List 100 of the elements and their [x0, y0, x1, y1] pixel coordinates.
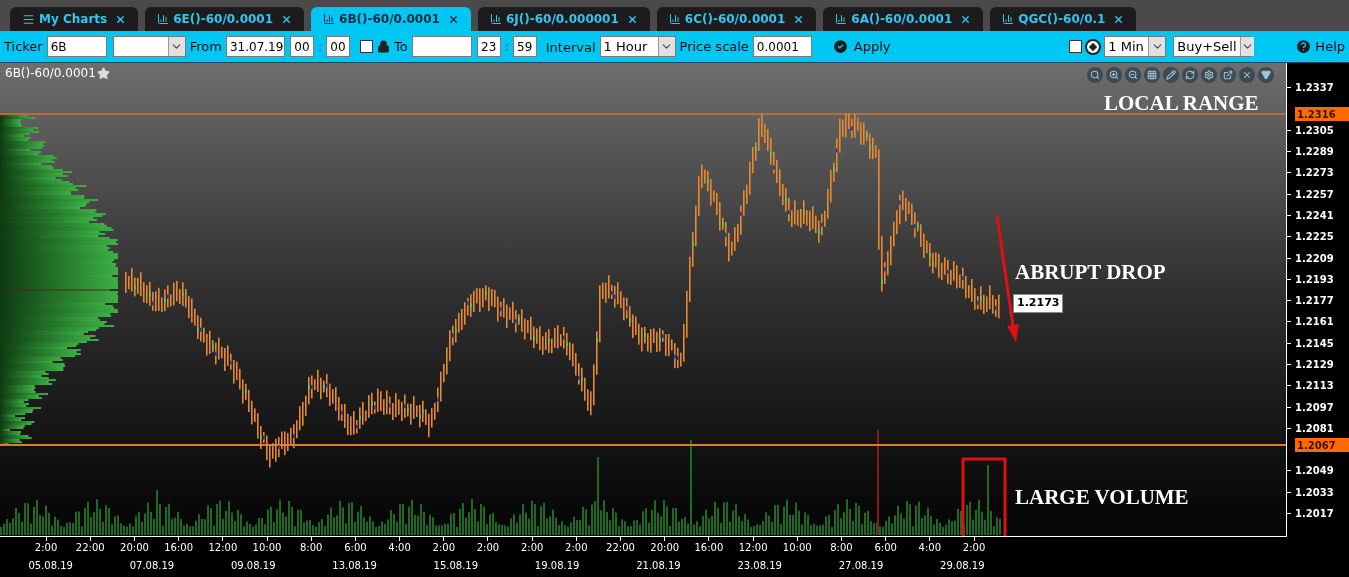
ticker-field[interactable]: 6B — [46, 36, 107, 57]
close-icon[interactable] — [960, 13, 972, 25]
axis-label: 1.2337 — [1295, 81, 1334, 96]
last-price-label: 1.2173 — [1013, 294, 1064, 313]
axis-label: 12:00 — [738, 541, 768, 555]
star-icon[interactable] — [96, 66, 110, 80]
check-circle-icon — [831, 38, 849, 55]
axis-label: 22:00 — [606, 541, 635, 555]
axis-label: 07.08.19 — [129, 559, 175, 573]
auto-scale-icon[interactable] — [1085, 38, 1102, 55]
axis-label: 15.08.19 — [433, 559, 479, 573]
axis-label: 2:00 — [34, 541, 58, 555]
time-separator: : — [504, 38, 509, 56]
axis-label: 2:00 — [565, 541, 588, 555]
field-label: To — [394, 37, 408, 56]
close-icon[interactable] — [793, 13, 805, 25]
zoom-in-icon[interactable] — [1106, 67, 1122, 83]
axis-label: 27.08.19 — [838, 559, 884, 573]
axis-label: 16:00 — [164, 541, 194, 555]
axis-label: 1.2161 — [1295, 315, 1334, 330]
bar-chart-icon — [157, 13, 170, 25]
axis-label: 1.2017 — [1295, 507, 1334, 522]
tab[interactable]: 6E()-60/0.0001 — [145, 7, 305, 31]
axis-label: 8:00 — [300, 541, 323, 555]
close-icon[interactable] — [626, 13, 638, 25]
price-scale-field[interactable]: 0.0001 — [752, 36, 812, 57]
to-hour-field[interactable]: 23 — [476, 36, 501, 57]
side-select[interactable]: Buy+Sell — [1173, 36, 1252, 57]
price-marker: 1.2067 — [1295, 438, 1349, 452]
timeframe-select[interactable]: 1 Min — [1104, 36, 1167, 57]
to-minute-field[interactable]: 59 — [512, 36, 537, 57]
axis-label: 19.08.19 — [534, 559, 580, 573]
to-date-field[interactable] — [411, 36, 472, 57]
axis-label: 1.2305 — [1295, 123, 1334, 138]
tab[interactable]: 6C()-60/0.0001 — [656, 7, 817, 31]
axis-label: 09.08.19 — [230, 559, 276, 573]
axis-label: 05.08.19 — [28, 559, 73, 573]
pencil-icon[interactable] — [1163, 67, 1179, 83]
checkbox[interactable] — [1069, 40, 1083, 53]
axis-label: 2:00 — [476, 541, 500, 555]
axis-label: 1.2129 — [1295, 358, 1334, 372]
bar-chart-icon — [489, 13, 502, 25]
bar-chart-icon — [1002, 13, 1015, 25]
bar-chart-icon — [835, 13, 848, 25]
interval-select[interactable]: 1 Hour — [599, 36, 676, 57]
triangle-down-icon[interactable] — [1258, 67, 1274, 83]
axis-label: 16:00 — [694, 541, 724, 555]
ticker-select[interactable] — [112, 36, 186, 57]
tab[interactable]: 6B()-60/0.0001 — [311, 7, 471, 31]
search-icon[interactable] — [1087, 67, 1103, 83]
close-icon[interactable] — [1239, 67, 1255, 83]
close-icon[interactable] — [115, 13, 127, 25]
grid-icon[interactable] — [1144, 67, 1160, 83]
axis-label: 1.2273 — [1295, 166, 1334, 181]
axis-label: 21.08.19 — [636, 559, 681, 573]
zoom-out-icon[interactable] — [1125, 67, 1141, 83]
field-label: Ticker — [4, 37, 43, 56]
axis-label: 2:00 — [520, 541, 544, 555]
axis-label: 29.08.19 — [940, 559, 985, 573]
axis-label: 1.2289 — [1295, 145, 1334, 160]
close-icon[interactable] — [447, 13, 459, 25]
settings-icon[interactable] — [1201, 67, 1217, 83]
axis-label: 22:00 — [75, 541, 105, 555]
tab[interactable]: My Charts — [10, 7, 139, 31]
annotation-text: ABRUPT DROP — [1015, 259, 1166, 286]
axis-label: 10:00 — [782, 541, 812, 555]
price-marker: 1.2316 — [1295, 107, 1349, 121]
help-button[interactable]: Help — [1295, 36, 1345, 57]
tab[interactable]: 6A()-60/0.0001 — [823, 7, 984, 31]
from-date-field[interactable]: 31.07.19 — [225, 36, 285, 57]
axis-label: 6:00 — [344, 541, 367, 555]
axis-label: 2:00 — [962, 541, 986, 555]
axis-label: 20:00 — [650, 541, 680, 555]
axis-label: 1.2049 — [1295, 464, 1334, 479]
axis-label: 13.08.19 — [332, 559, 377, 573]
axis-label: 10:00 — [252, 541, 282, 555]
chart-title: 6B()-60/0.0001 — [5, 65, 96, 82]
apply-button[interactable]: Apply — [831, 36, 891, 57]
from-hour-field[interactable]: 00 — [289, 36, 314, 57]
from-minute-field[interactable]: 00 — [326, 36, 350, 57]
axis-label: 1.2257 — [1295, 187, 1334, 202]
close-icon[interactable] — [1113, 13, 1125, 25]
tab[interactable]: 6J()-60/0.000001 — [477, 7, 650, 31]
axis-label: 1.2241 — [1295, 208, 1334, 223]
axis-label: 1.2145 — [1295, 336, 1334, 351]
bar-chart-icon — [668, 13, 681, 25]
axis-label: 1.2225 — [1295, 230, 1334, 245]
lock-icon — [377, 40, 390, 53]
tab[interactable]: QGC()-60/0.1 — [990, 7, 1137, 31]
axis-label: 1.2033 — [1295, 485, 1334, 500]
external-link-icon[interactable] — [1220, 67, 1236, 83]
axis-label: 20:00 — [120, 541, 149, 555]
checkbox[interactable] — [360, 40, 373, 53]
bar-chart-icon — [323, 13, 336, 25]
field-label: Interval — [545, 39, 596, 55]
close-icon[interactable] — [281, 13, 293, 25]
help-icon — [1295, 38, 1313, 55]
axis-label: 1.2209 — [1295, 251, 1334, 266]
refresh-icon[interactable] — [1182, 67, 1198, 83]
annotation-text: LARGE VOLUME — [1015, 484, 1189, 511]
